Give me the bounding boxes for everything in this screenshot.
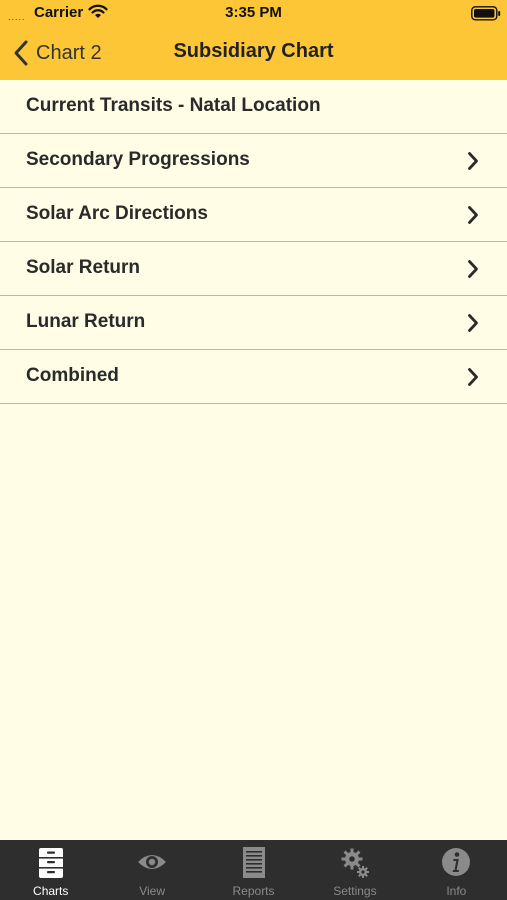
list-item-label: Combined: [26, 365, 119, 386]
tab-label: View: [139, 884, 165, 898]
tab-label: Reports: [232, 884, 275, 898]
clock: 3:35 PM: [225, 4, 282, 21]
battery-icon: [471, 6, 501, 21]
list-item-solar-arc-directions[interactable]: Solar Arc Directions: [0, 188, 507, 242]
subsidiary-chart-list: Current Transits - Natal Location Second…: [0, 80, 507, 404]
navigation-bar: Chart 2 Subsidiary Chart: [0, 28, 507, 80]
list-item-combined[interactable]: Combined: [0, 350, 507, 404]
gears-icon: [341, 848, 369, 878]
tab-charts[interactable]: Charts: [0, 840, 101, 900]
tab-bar: Charts View Reports Settings Info: [0, 840, 507, 900]
list-item-lunar-return[interactable]: Lunar Return: [0, 296, 507, 350]
top-bar: ..... Carrier 3:35 PM Chart 2 Subsidiary…: [0, 0, 507, 80]
list-item-solar-return[interactable]: Solar Return: [0, 242, 507, 296]
list-item-current-transits[interactable]: Current Transits - Natal Location: [0, 80, 507, 134]
list-item-label: Secondary Progressions: [26, 149, 250, 170]
page-title: Subsidiary Chart: [173, 40, 334, 62]
list-item-label: Solar Arc Directions: [26, 203, 208, 224]
list-item-label: Current Transits - Natal Location: [26, 95, 321, 116]
tab-reports[interactable]: Reports: [203, 840, 304, 900]
tab-label: Info: [446, 884, 467, 898]
chevron-right-icon: [468, 368, 478, 386]
tab-label: Charts: [33, 884, 69, 898]
info-icon: [442, 848, 471, 876]
status-bar: ..... Carrier 3:35 PM: [0, 0, 507, 28]
tab-info[interactable]: Info: [406, 840, 507, 900]
list-item-label: Lunar Return: [26, 311, 146, 332]
chevron-right-icon: [468, 152, 478, 170]
list-item-label: Solar Return: [26, 257, 141, 278]
chevron-right-icon: [468, 314, 478, 332]
tab-settings[interactable]: Settings: [304, 840, 405, 900]
chevron-right-icon: [468, 206, 478, 224]
chevron-right-icon: [468, 260, 478, 278]
document-icon: [242, 847, 265, 878]
eye-icon: [138, 855, 167, 869]
list-item-secondary-progressions[interactable]: Secondary Progressions: [0, 134, 507, 188]
cabinet-icon: [38, 848, 63, 878]
tab-label: Settings: [333, 884, 377, 898]
tab-view[interactable]: View: [101, 840, 202, 900]
